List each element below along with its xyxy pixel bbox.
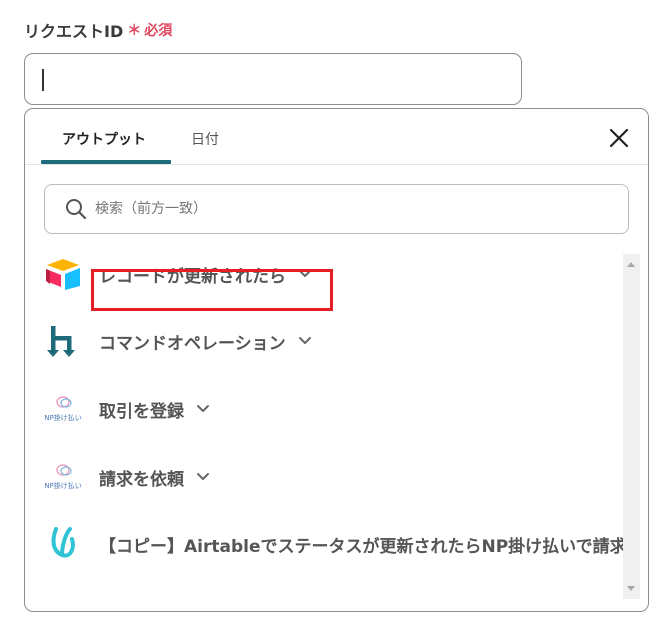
- command-operation-icon: [43, 321, 83, 361]
- output-picker-panel: アウトプット 日付 検索（前方一致） レコードが更新されたら コマンドオペレーシ…: [24, 108, 649, 612]
- list-item-label: コマンドオペレーション: [99, 333, 286, 354]
- scroll-down-arrow-icon[interactable]: [627, 586, 635, 591]
- list-item-label: 【コピー】Airtableでステータスが更新されたらNP掛け払いで請求: [99, 536, 623, 557]
- request-id-label-text: リクエストID: [24, 22, 124, 41]
- request-id-input[interactable]: [24, 53, 522, 105]
- yoom-icon: [43, 524, 83, 564]
- chevron-down-icon[interactable]: [298, 336, 312, 346]
- tab-output[interactable]: アウトプット: [62, 129, 146, 149]
- tab-output-label: アウトプット: [62, 132, 146, 148]
- search-icon: [66, 199, 87, 220]
- scroll-thumb[interactable]: [624, 274, 639, 554]
- required-text: 必須: [144, 23, 173, 39]
- output-list: レコードが更新されたら コマンドオペレーション NP掛け払い 取引を登録 NP掛…: [25, 254, 623, 599]
- scroll-up-arrow-icon[interactable]: [627, 262, 635, 267]
- tab-date-label: 日付: [191, 132, 219, 148]
- airtable-icon: [43, 254, 83, 294]
- chevron-down-icon[interactable]: [196, 472, 210, 482]
- list-item-request-billing[interactable]: NP掛け払い 請求を依頼: [43, 457, 210, 497]
- svg-text:NP掛け払い: NP掛け払い: [44, 481, 81, 490]
- chevron-down-icon[interactable]: [298, 269, 312, 279]
- request-id-label: リクエストID ＊ 必須: [24, 18, 172, 42]
- required-asterisk: ＊: [127, 23, 142, 39]
- chevron-down-icon[interactable]: [196, 404, 210, 414]
- search-input[interactable]: [93, 200, 597, 218]
- close-icon[interactable]: [608, 127, 630, 149]
- svg-text:NP掛け払い: NP掛け払い: [44, 413, 81, 422]
- tab-bar: アウトプット 日付: [25, 109, 648, 165]
- np-kakebarai-icon: NP掛け払い: [43, 457, 83, 497]
- list-item-command-operation[interactable]: コマンドオペレーション: [43, 321, 312, 361]
- scrollbar[interactable]: [623, 254, 640, 599]
- list-item-record-updated[interactable]: レコードが更新されたら: [43, 254, 312, 294]
- np-kakebarai-icon: NP掛け払い: [43, 389, 83, 429]
- text-caret: [42, 69, 44, 91]
- active-tab-indicator: [41, 160, 171, 164]
- list-item-label: 取引を登録: [99, 401, 184, 422]
- required-indicator: ＊ 必須: [127, 20, 172, 40]
- list-item-label: レコードが更新されたら: [99, 266, 286, 287]
- search-box[interactable]: [44, 184, 629, 234]
- list-item-register-transaction[interactable]: NP掛け払い 取引を登録: [43, 389, 210, 429]
- list-item-copied-flow[interactable]: 【コピー】Airtableでステータスが更新されたらNP掛け払いで請求: [43, 524, 623, 564]
- list-item-label: 請求を依頼: [99, 469, 184, 490]
- tab-date[interactable]: 日付: [191, 129, 219, 149]
